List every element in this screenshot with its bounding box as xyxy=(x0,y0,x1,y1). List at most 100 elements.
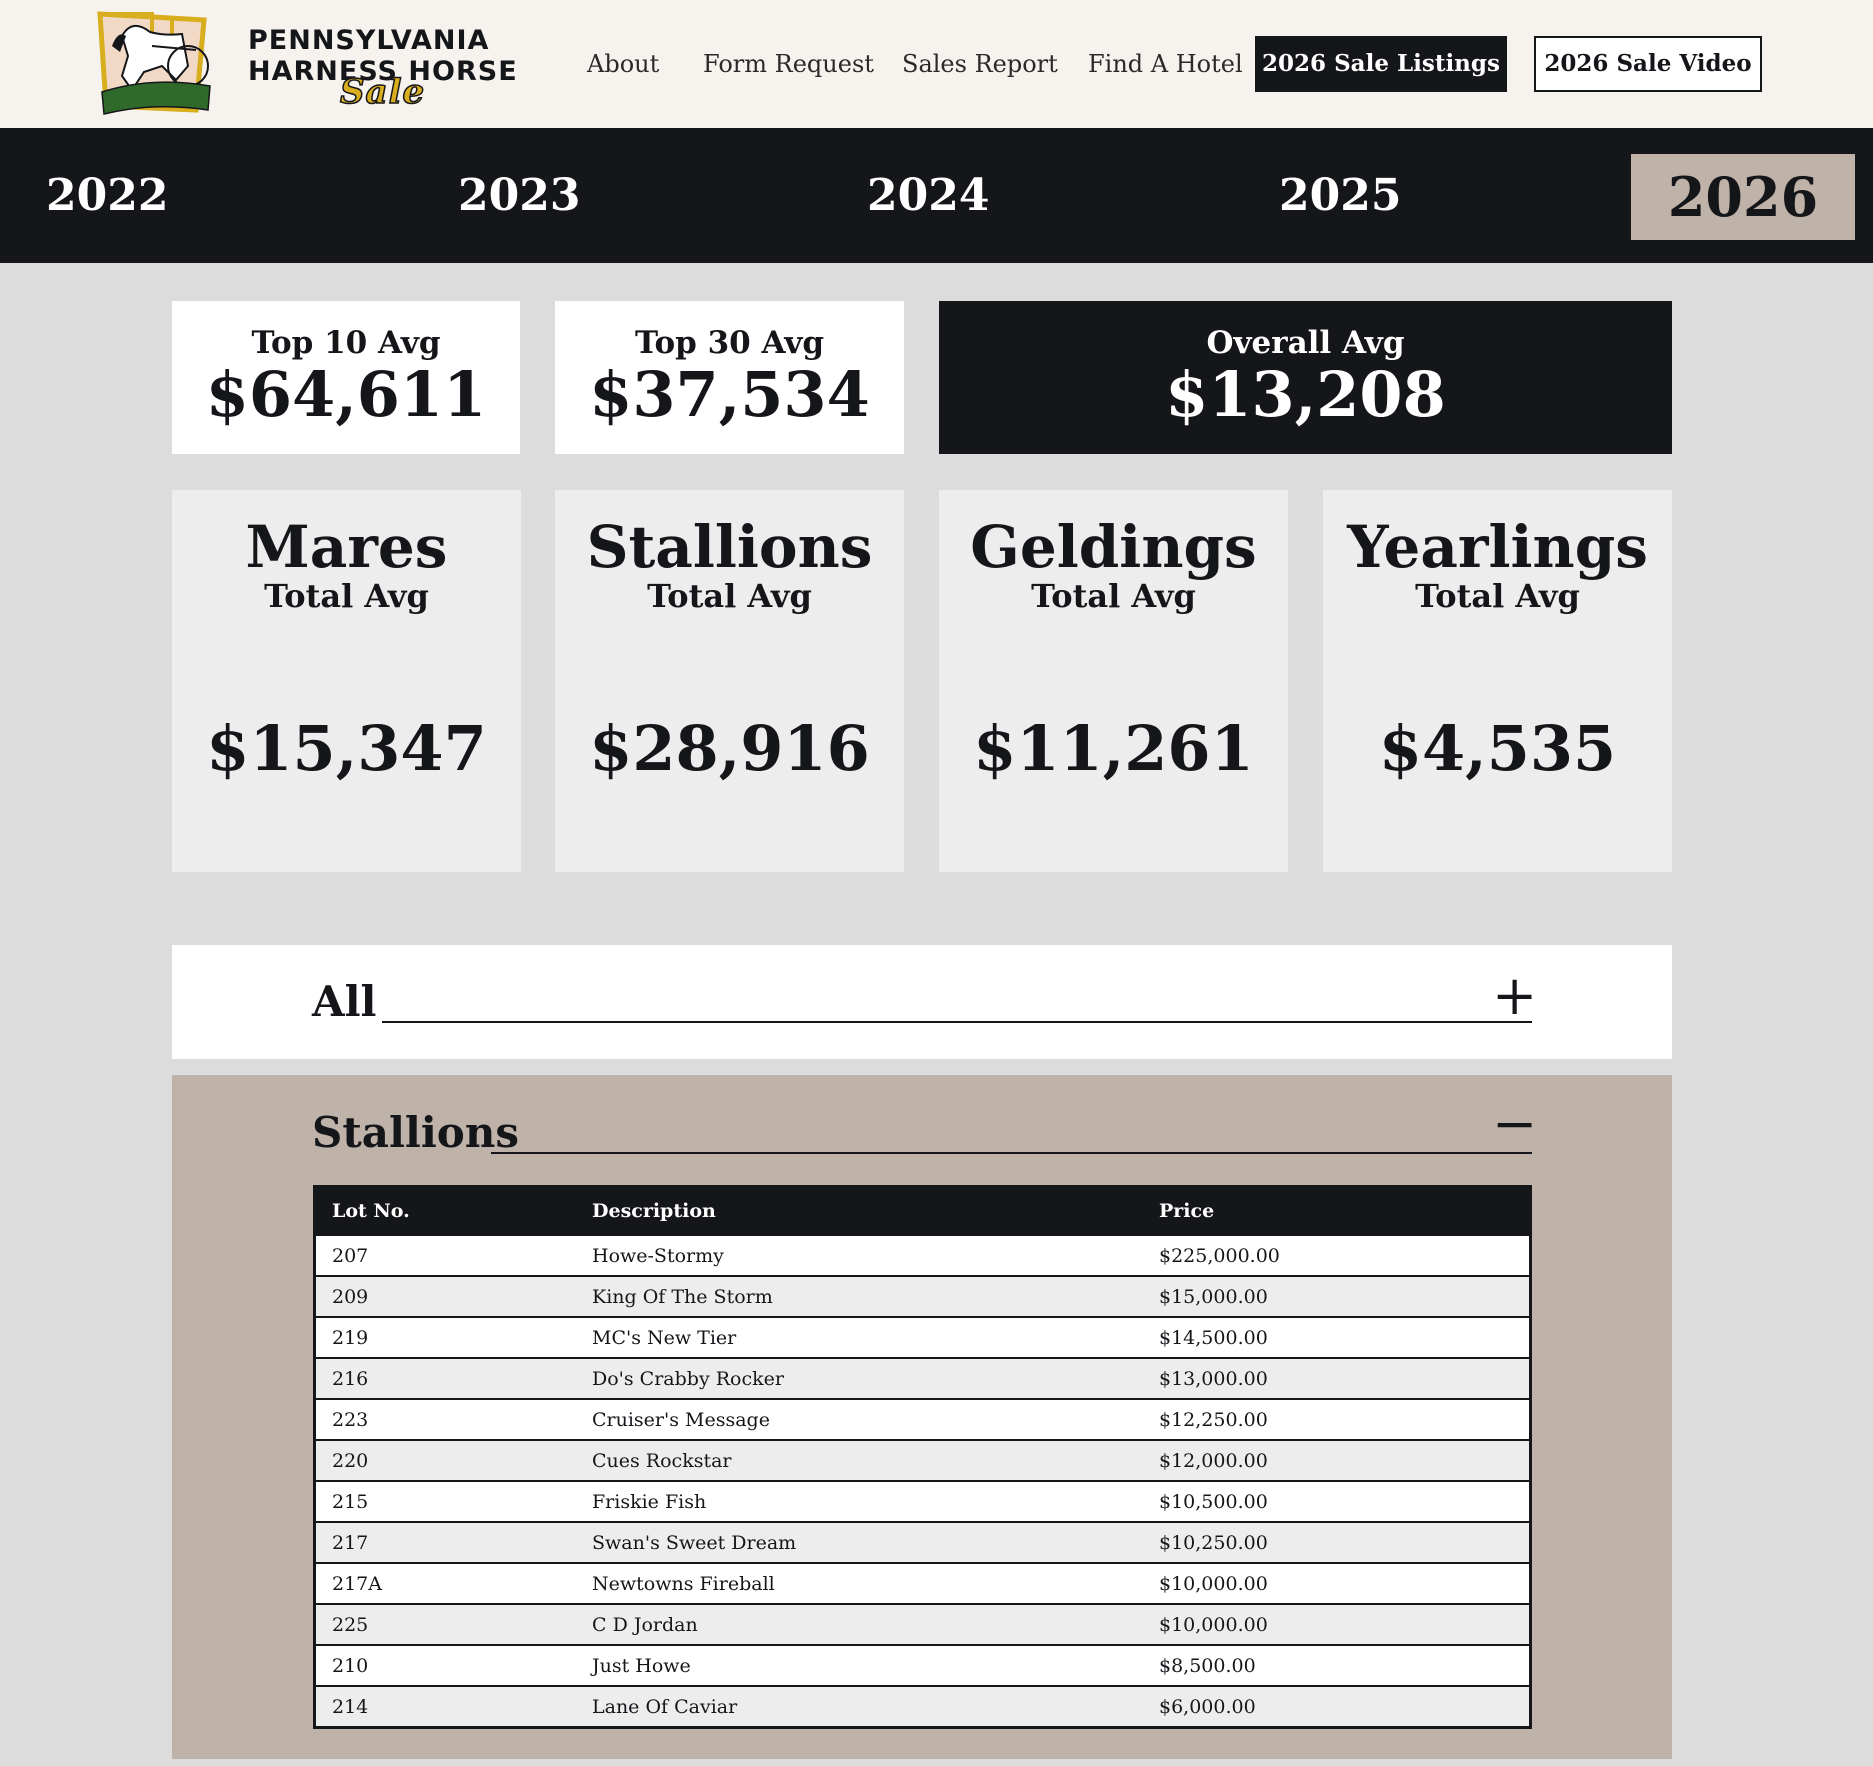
cell-description: Cues Rockstar xyxy=(576,1439,1143,1481)
col-lot-no[interactable]: Lot No. xyxy=(314,1186,576,1235)
accordion-all[interactable]: All + xyxy=(172,945,1672,1059)
cell-lot-no: 216 xyxy=(314,1357,576,1399)
cell-description: Swan's Sweet Dream xyxy=(576,1521,1143,1563)
nav-about[interactable]: About xyxy=(587,36,659,92)
col-description[interactable]: Description xyxy=(576,1186,1143,1235)
cell-lot-no: 214 xyxy=(314,1685,576,1728)
category-name: Yearlings xyxy=(1347,513,1648,581)
table-row: 214 Lane Of Caviar $6,000.00 xyxy=(314,1685,1531,1728)
plus-icon[interactable]: + xyxy=(1492,969,1537,1023)
cell-description: Howe-Stormy xyxy=(576,1234,1143,1276)
table-row: 223 Cruiser's Message $12,250.00 xyxy=(314,1398,1531,1440)
cell-description: MC's New Tier xyxy=(576,1316,1143,1358)
category-value: $15,347 xyxy=(206,712,487,785)
category-card-geldings: Geldings Total Avg $11,261 xyxy=(939,490,1288,872)
stat-overall-label: Overall Avg xyxy=(1206,325,1405,361)
divider xyxy=(491,1152,1532,1154)
category-value: $4,535 xyxy=(1378,712,1617,785)
cell-price: $13,000.00 xyxy=(1143,1357,1531,1399)
cell-price: $8,500.00 xyxy=(1143,1644,1531,1686)
cell-description: Cruiser's Message xyxy=(576,1398,1143,1440)
category-sub: Total Avg xyxy=(647,577,812,615)
category-sub: Total Avg xyxy=(1031,577,1196,615)
category-value: $11,261 xyxy=(973,712,1254,785)
category-card-mares: Mares Total Avg $15,347 xyxy=(172,490,521,872)
table-body: 207 Howe-Stormy $225,000.00 209 King Of The … xyxy=(314,1234,1531,1728)
cell-price: $15,000.00 xyxy=(1143,1275,1531,1317)
nav-sales-report[interactable]: Sales Report xyxy=(902,36,1058,92)
nav-form-request[interactable]: Form Request xyxy=(703,36,874,92)
cell-price: $6,000.00 xyxy=(1143,1685,1531,1728)
category-sub: Total Avg xyxy=(1415,577,1580,615)
stat-top10: Top 10 Avg $64,611 xyxy=(172,301,520,454)
nav-find-hotel[interactable]: Find A Hotel xyxy=(1088,36,1243,92)
cell-description: Newtowns Fireball xyxy=(576,1562,1143,1604)
table-row: 215 Friskie Fish $10,500.00 xyxy=(314,1480,1531,1522)
cell-price: $14,500.00 xyxy=(1143,1316,1531,1358)
harness-horse-logo-icon[interactable] xyxy=(92,6,216,118)
accordion-all-title: All xyxy=(312,977,377,1026)
sale-video-button[interactable]: 2026 Sale Video xyxy=(1534,36,1762,92)
category-card-yearlings: Yearlings Total Avg $4,535 xyxy=(1323,490,1672,872)
brand-wordmark[interactable]: PENNSYLVANIA HARNESS HORSE Sale xyxy=(248,25,518,110)
stat-top10-label: Top 10 Avg xyxy=(251,325,441,361)
stallions-table: Lot No. Description Price 207 Howe-Stormy… xyxy=(313,1185,1532,1729)
cell-price: $12,000.00 xyxy=(1143,1439,1531,1481)
stat-top30-label: Top 30 Avg xyxy=(634,325,825,361)
category-sub: Total Avg xyxy=(264,577,429,615)
col-price[interactable]: Price xyxy=(1143,1186,1531,1235)
cell-description: Do's Crabby Rocker xyxy=(576,1357,1143,1399)
cell-description: Just Howe xyxy=(576,1644,1143,1686)
category-name: Geldings xyxy=(970,513,1257,581)
cell-price: $225,000.00 xyxy=(1143,1234,1531,1276)
stat-top30: Top 30 Avg $37,534 xyxy=(555,301,904,454)
brand-line-3: Sale xyxy=(339,72,426,112)
cell-lot-no: 210 xyxy=(314,1644,576,1686)
minus-icon[interactable]: − xyxy=(1492,1097,1537,1151)
stat-top30-value: $37,534 xyxy=(589,358,870,431)
cell-description: Friskie Fish xyxy=(576,1480,1143,1522)
table-row: 225 C D Jordan $10,000.00 xyxy=(314,1603,1531,1645)
category-name: Mares xyxy=(245,513,448,581)
category-card-stallions: Stallions Total Avg $28,916 xyxy=(555,490,904,872)
cell-price: $10,250.00 xyxy=(1143,1521,1531,1563)
cell-price: $10,500.00 xyxy=(1143,1480,1531,1522)
tab-year-2022[interactable]: 2022 xyxy=(46,128,168,263)
cell-description: King Of The Storm xyxy=(576,1275,1143,1317)
stat-overall: Overall Avg $13,208 xyxy=(939,301,1672,454)
cell-lot-no: 223 xyxy=(314,1398,576,1440)
cell-lot-no: 209 xyxy=(314,1275,576,1317)
brand-line-1: PENNSYLVANIA xyxy=(248,25,490,56)
cell-lot-no: 217A xyxy=(314,1562,576,1604)
cell-lot-no: 219 xyxy=(314,1316,576,1358)
table-row: 216 Do's Crabby Rocker $13,000.00 xyxy=(314,1357,1531,1399)
cell-price: $10,000.00 xyxy=(1143,1603,1531,1645)
cell-description: C D Jordan xyxy=(576,1603,1143,1645)
cell-lot-no: 207 xyxy=(314,1234,576,1276)
table-row: 210 Just Howe $8,500.00 xyxy=(314,1644,1531,1686)
sale-listings-button[interactable]: 2026 Sale Listings xyxy=(1255,36,1507,92)
cell-lot-no: 225 xyxy=(314,1603,576,1645)
table-row: 220 Cues Rockstar $12,000.00 xyxy=(314,1439,1531,1481)
stat-top10-value: $64,611 xyxy=(205,358,487,431)
cell-lot-no: 215 xyxy=(314,1480,576,1522)
cell-price: $12,250.00 xyxy=(1143,1398,1531,1440)
table-header-row: Lot No. Description Price xyxy=(314,1186,1531,1235)
table-row: 219 MC's New Tier $14,500.00 xyxy=(314,1316,1531,1358)
year-tabs: 2022 2023 2024 2025 2026 xyxy=(0,128,1873,263)
category-value: $28,916 xyxy=(589,712,870,785)
tab-year-2023[interactable]: 2023 xyxy=(458,128,580,263)
tab-year-2025[interactable]: 2025 xyxy=(1279,128,1401,263)
accordion-stallions[interactable]: Stallions − Lot No. Description Price 20… xyxy=(172,1075,1672,1759)
table-row: 217A Newtowns Fireball $10,000.00 xyxy=(314,1562,1531,1604)
cell-description: Lane Of Caviar xyxy=(576,1685,1143,1728)
category-name: Stallions xyxy=(586,513,873,581)
accordion-stallions-title: Stallions xyxy=(312,1108,520,1157)
tab-year-2026[interactable]: 2026 xyxy=(1631,154,1855,240)
stat-overall-value: $13,208 xyxy=(1165,358,1446,431)
divider xyxy=(382,1021,1532,1023)
table-row: 207 Howe-Stormy $225,000.00 xyxy=(314,1234,1531,1276)
cell-lot-no: 217 xyxy=(314,1521,576,1563)
cell-lot-no: 220 xyxy=(314,1439,576,1481)
tab-year-2024[interactable]: 2024 xyxy=(867,128,989,263)
